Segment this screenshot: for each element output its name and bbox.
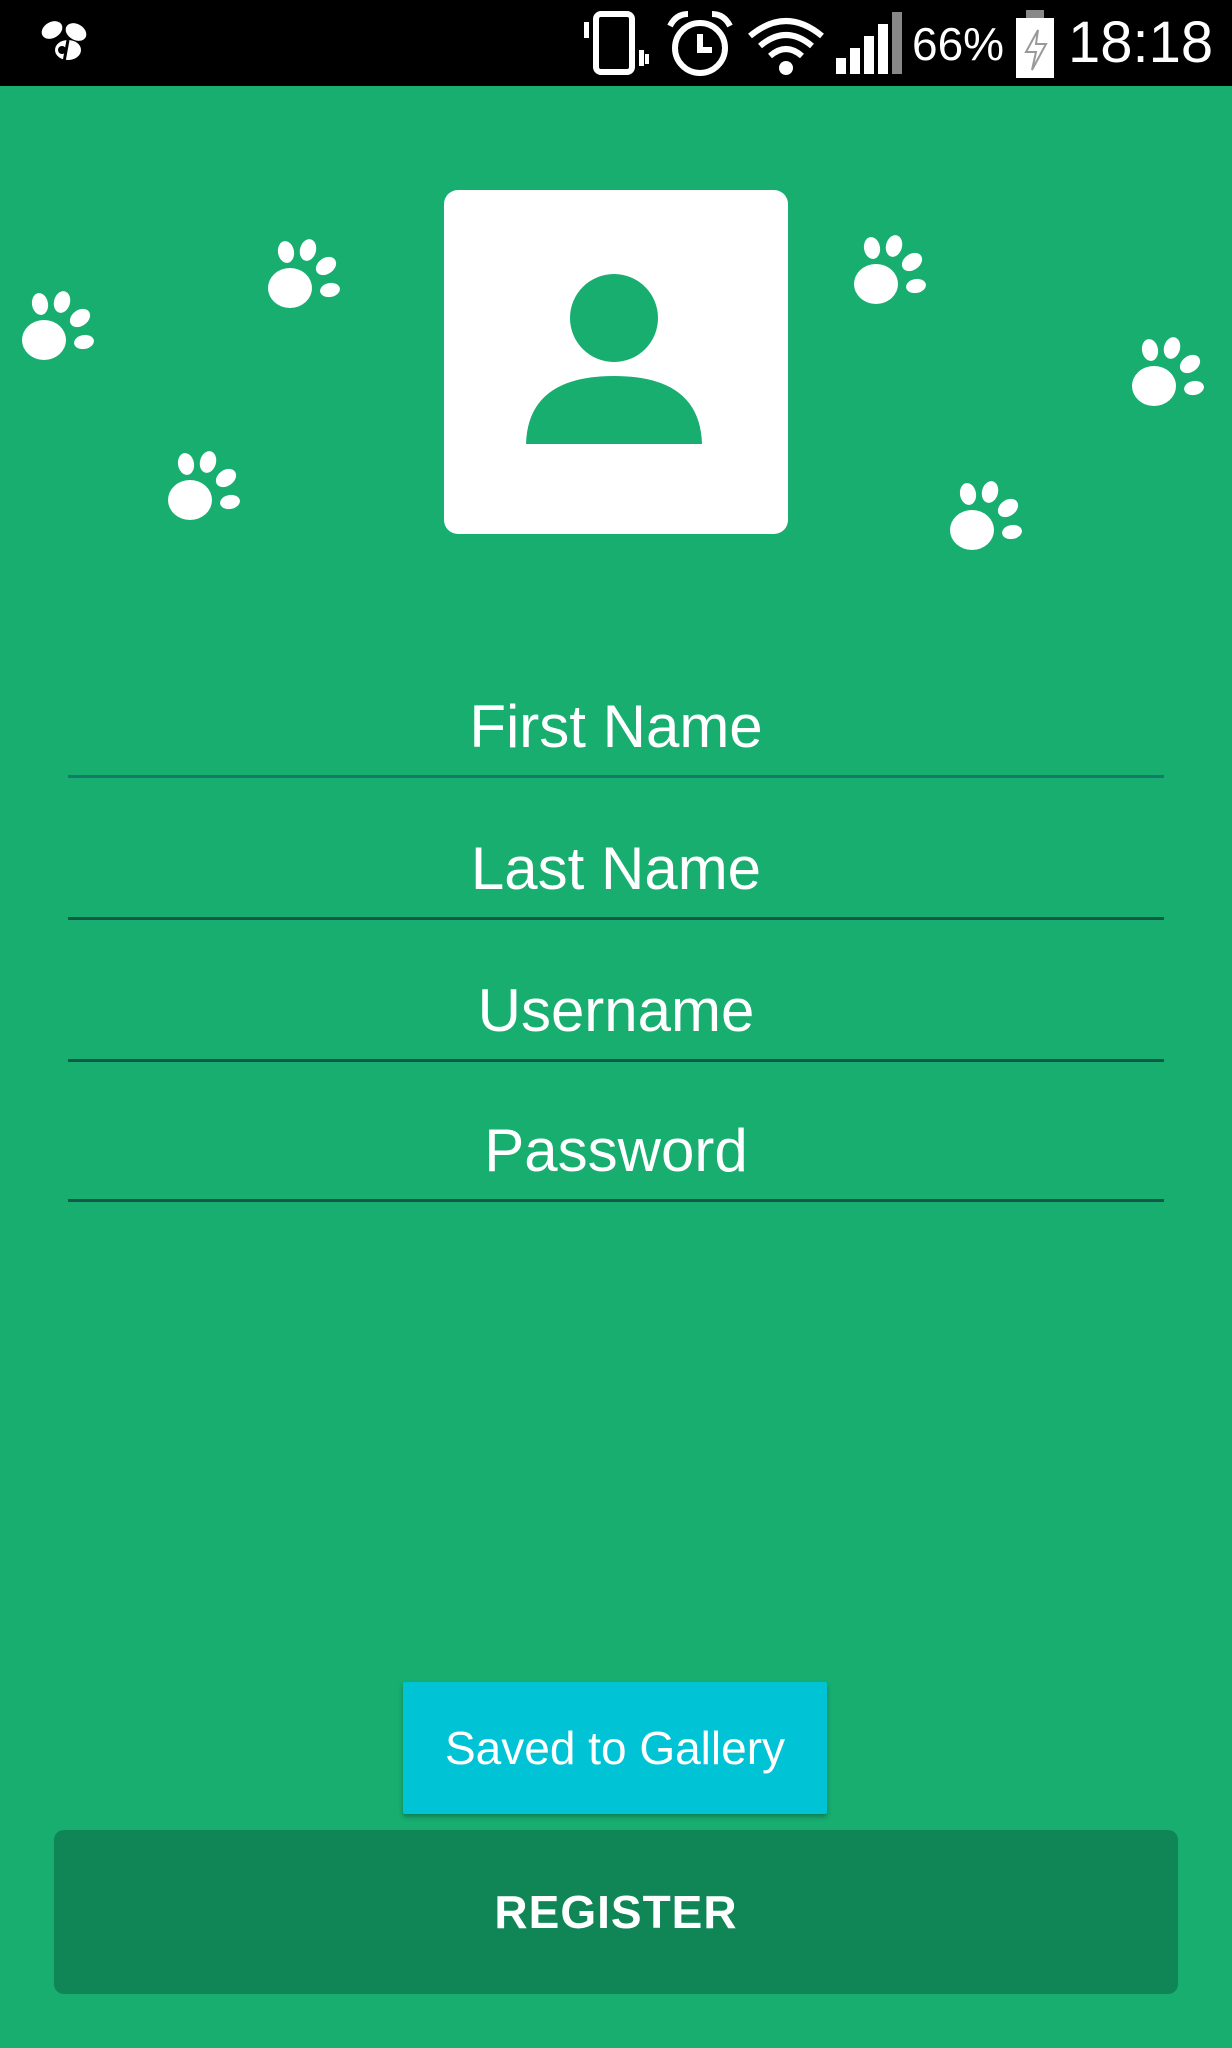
paw-print-icon — [950, 479, 1024, 550]
password-input[interactable] — [68, 1102, 1164, 1198]
paw-print-icon — [1132, 335, 1206, 406]
paw-print-icon — [268, 237, 342, 308]
battery-percent: 66% — [912, 18, 1005, 70]
alarm-icon — [667, 11, 733, 76]
register-button[interactable]: REGISTER — [54, 1830, 1178, 1994]
clock-time: 18:18 — [1068, 10, 1214, 75]
saved-to-gallery-button[interactable]: Saved to Gallery — [403, 1682, 827, 1814]
paw-print-icon — [22, 289, 96, 360]
username-field — [68, 962, 1164, 1062]
signal-icon — [836, 12, 902, 74]
status-bar: 66% 18:18 — [0, 0, 1232, 86]
paw-print-icon — [168, 449, 242, 520]
notification-app-icon — [41, 21, 87, 63]
paw-print-icon — [854, 233, 928, 304]
password-field — [68, 1102, 1164, 1202]
last-name-input[interactable] — [68, 820, 1164, 916]
profile-photo-picker[interactable] — [444, 190, 788, 534]
first-name-input[interactable] — [68, 678, 1164, 774]
username-input[interactable] — [68, 962, 1164, 1058]
vibrate-icon — [584, 11, 649, 75]
first-name-field — [68, 678, 1164, 778]
person-icon — [526, 274, 702, 444]
battery-charging-icon — [1016, 10, 1054, 78]
wifi-icon — [748, 18, 824, 75]
last-name-field — [68, 820, 1164, 920]
